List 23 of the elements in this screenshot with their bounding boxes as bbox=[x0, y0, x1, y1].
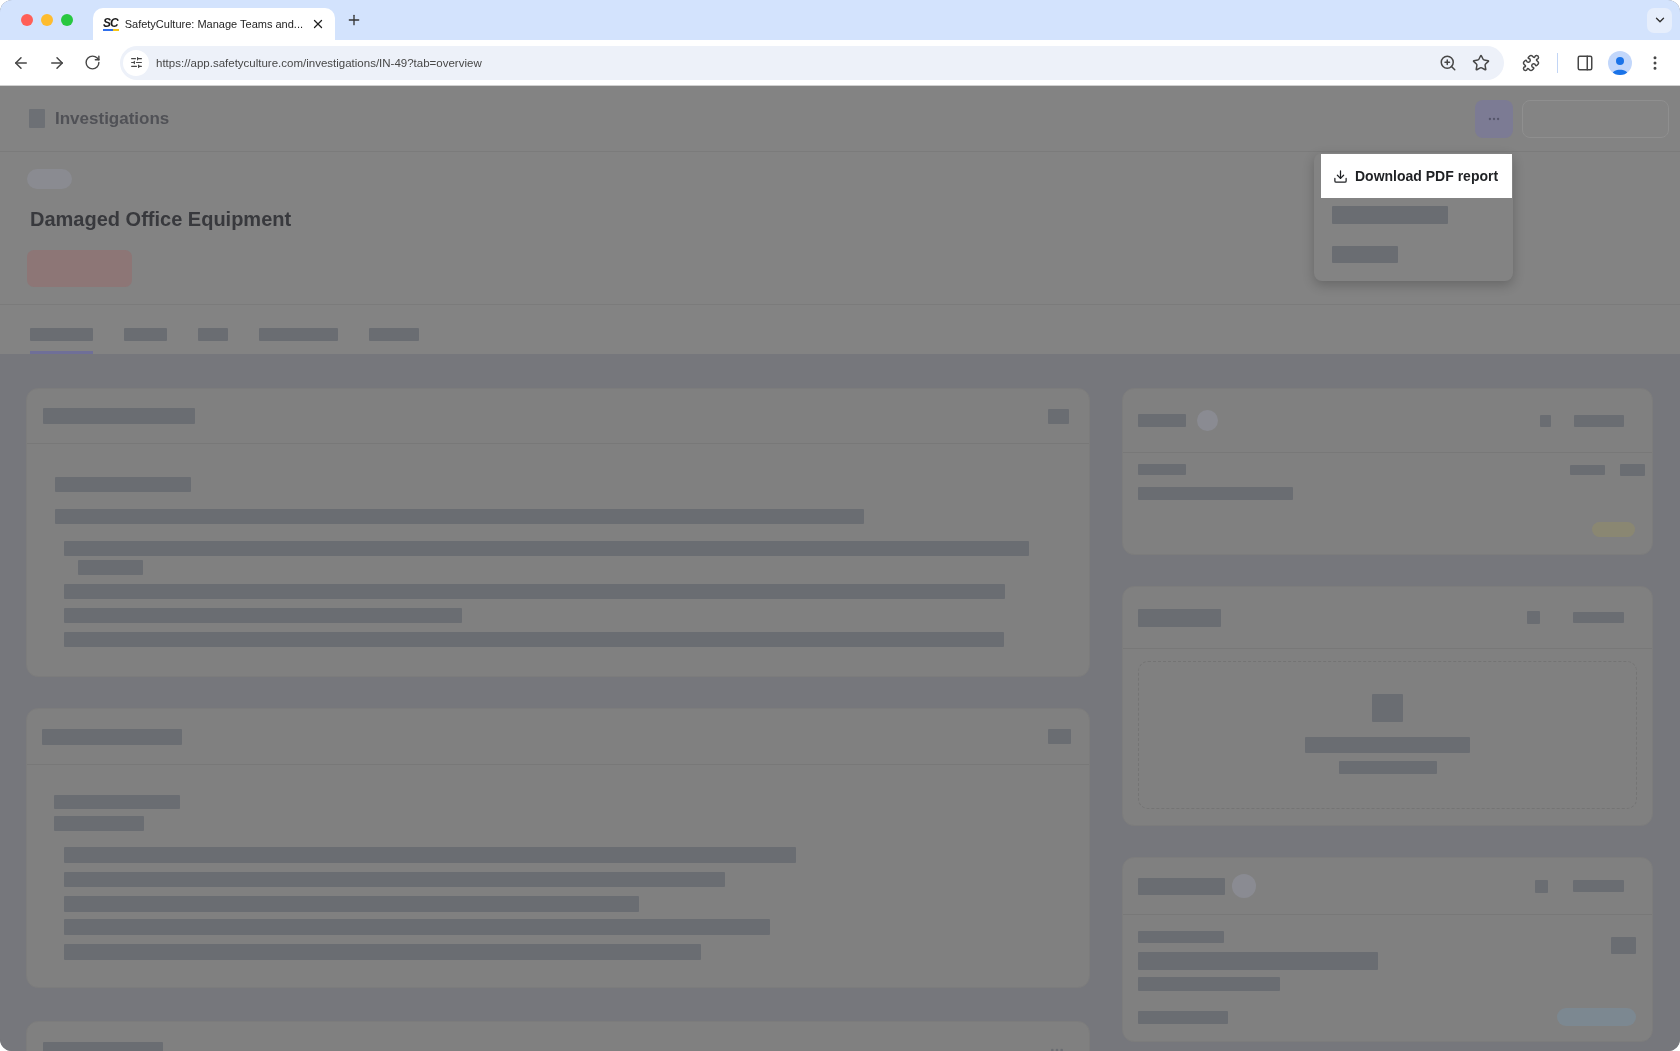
sliders-icon[interactable] bbox=[123, 49, 149, 76]
star-icon[interactable] bbox=[1472, 53, 1490, 72]
side-panel-icon[interactable] bbox=[1576, 53, 1594, 72]
address-bar[interactable]: https://app.safetyculture.com/investigations/IN-49?tab=overview bbox=[120, 45, 1504, 80]
puzzle-icon[interactable] bbox=[1522, 53, 1540, 72]
browser-tab[interactable]: SC SafetyCulture: Manage Teams and... bbox=[93, 8, 335, 40]
window-zoom-icon[interactable] bbox=[61, 14, 73, 26]
download-icon bbox=[1333, 168, 1348, 184]
profile-icon[interactable] bbox=[1608, 50, 1632, 75]
reload-icon[interactable] bbox=[84, 54, 101, 71]
menu-item[interactable]: Download PDF report bbox=[1321, 154, 1512, 198]
window-minimize-icon[interactable] bbox=[41, 14, 53, 26]
plus-icon[interactable] bbox=[346, 12, 362, 28]
redacted-label bbox=[30, 328, 93, 341]
window-close-icon[interactable] bbox=[21, 14, 33, 26]
redacted-label bbox=[369, 328, 419, 341]
investigation-title: Damaged Office Equipment bbox=[30, 207, 292, 231]
redacted-label bbox=[198, 328, 228, 341]
zoom-in-icon[interactable] bbox=[1439, 53, 1457, 72]
redacted-label bbox=[124, 328, 167, 341]
chevron-down-icon[interactable] bbox=[1647, 7, 1672, 33]
app-logo: SC bbox=[103, 17, 119, 31]
close-icon[interactable] bbox=[311, 17, 325, 31]
